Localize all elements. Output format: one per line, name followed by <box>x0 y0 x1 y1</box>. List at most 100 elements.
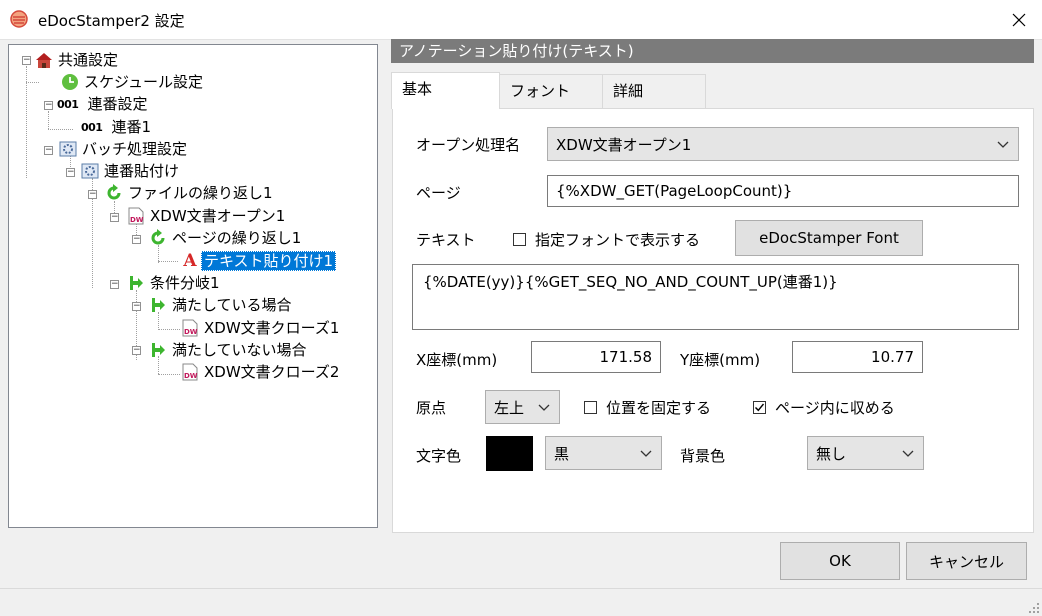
tree-expander[interactable]: − <box>132 346 141 355</box>
tree-item-label: XDW文書クローズ2 <box>204 363 340 381</box>
open-process-select[interactable]: XDW文書オープン1 <box>547 127 1019 161</box>
tree-item-schedule-settings[interactable]: スケジュール設定 <box>61 71 206 93</box>
page-label: ページ <box>416 184 461 202</box>
x-coordinate-input[interactable]: 171.58 <box>531 341 661 373</box>
origin-select[interactable]: 左上 <box>485 390 560 424</box>
page-input-value: {%XDW_GET(PageLoopCount)} <box>556 182 793 200</box>
tree-expander[interactable]: − <box>110 280 119 289</box>
tree-item-condition-true[interactable]: 満たしている場合 <box>149 294 295 316</box>
tab-font[interactable]: フォント <box>499 74 603 108</box>
tree-item-label: XDW文書オープン1 <box>150 207 286 225</box>
tree-item-condition-false[interactable]: 満たしていない場合 <box>149 339 310 361</box>
batch-gear-icon <box>59 140 77 158</box>
tab-detail[interactable]: 詳細 <box>602 74 706 108</box>
text-input[interactable]: {%DATE(yy)}{%GET_SEQ_NO_AND_COUNT_UP(連番1… <box>412 264 1019 330</box>
xdw-document-icon: DW <box>181 363 199 381</box>
specified-font-checkbox[interactable]: 指定フォントで表示する <box>513 229 700 250</box>
close-button[interactable] <box>996 0 1042 39</box>
tree-item-label: 連番1 <box>111 118 152 136</box>
tree-item-label: ファイルの繰り返し1 <box>128 184 273 202</box>
tree-line <box>158 261 178 262</box>
fix-position-checkbox-label: 位置を固定する <box>606 399 712 417</box>
tree-expander[interactable]: − <box>44 146 53 155</box>
checkbox-box <box>753 401 766 414</box>
chevron-down-icon <box>640 450 652 457</box>
tree-item-batch-settings[interactable]: バッチ処理設定 <box>59 138 190 160</box>
text-color-swatch <box>486 436 533 471</box>
origin-label: 原点 <box>416 399 447 417</box>
tree-expander[interactable]: − <box>44 101 53 110</box>
checkbox-box <box>513 233 526 246</box>
tree-item-label: 条件分岐1 <box>150 274 220 292</box>
text-annotation-icon: A <box>183 251 197 271</box>
tree-line <box>158 329 180 330</box>
app-logo-icon <box>10 10 28 28</box>
tree-item-label: XDW文書クローズ1 <box>204 319 340 337</box>
tree-item-xdw-close-1[interactable]: DW XDW文書クローズ1 <box>181 317 342 339</box>
tree-item-text-stamp[interactable]: A テキスト貼り付け1 <box>181 250 337 272</box>
page-input[interactable]: {%XDW_GET(PageLoopCount)} <box>547 175 1019 207</box>
branch-icon <box>149 296 167 314</box>
tree-expander[interactable]: − <box>132 235 141 244</box>
tree-item-label: ページの繰り返し1 <box>172 229 302 247</box>
open-process-label: オープン処理名 <box>416 136 521 154</box>
batch-gear-icon <box>81 162 99 180</box>
chevron-down-icon <box>538 404 550 411</box>
tree-item-sequence-1[interactable]: 001 連番1 <box>81 116 154 138</box>
tree-line <box>48 111 49 129</box>
tree-expander[interactable]: − <box>22 56 31 65</box>
tree-line <box>48 129 73 130</box>
resize-grip-icon[interactable] <box>1026 600 1040 614</box>
tree-item-label: 満たしていない場合 <box>172 341 307 359</box>
tree-line <box>158 374 180 375</box>
tree-item-sequence-stamp[interactable]: 連番貼付け <box>81 160 182 182</box>
tree-item-common-settings[interactable]: 共通設定 <box>35 49 121 71</box>
sequence-number-icon: 001 <box>57 97 79 111</box>
sequence-number-icon: 001 <box>81 120 103 134</box>
tree-expander[interactable]: − <box>66 168 75 177</box>
background-color-label: 背景色 <box>680 447 726 465</box>
open-process-value: XDW文書オープン1 <box>556 135 692 154</box>
panel-title: アノテーション貼り付け(テキスト) <box>391 39 1034 63</box>
xdw-document-icon: DW <box>181 319 199 337</box>
tree-item-page-loop[interactable]: ページの繰り返し1 <box>149 227 304 249</box>
text-label: テキスト <box>416 231 476 249</box>
specified-font-checkbox-label: 指定フォントで表示する <box>535 231 701 249</box>
tree-item-sequence-settings[interactable]: 001 連番設定 <box>57 93 150 115</box>
settings-tree[interactable]: − − − − − − − − − − 共通設定 スケジュール設定 001 連番… <box>8 44 378 528</box>
edocstamper-font-button[interactable]: eDocStamper Font <box>735 220 923 256</box>
fit-page-checkbox[interactable]: ページ内に収める <box>753 397 895 418</box>
tree-item-label: スケジュール設定 <box>84 73 203 91</box>
chevron-down-icon <box>997 141 1009 148</box>
branch-icon <box>149 341 167 359</box>
tree-item-xdw-close-2[interactable]: DW XDW文書クローズ2 <box>181 361 342 383</box>
tree-expander[interactable]: − <box>132 302 141 311</box>
background-color-value: 無し <box>816 444 847 463</box>
text-input-value: {%DATE(yy)}{%GET_SEQ_NO_AND_COUNT_UP(連番1… <box>423 273 838 291</box>
title-bar: eDocStamper2 設定 <box>0 0 1042 40</box>
text-color-select[interactable]: 黒 <box>545 436 662 470</box>
tree-expander[interactable]: − <box>110 213 119 222</box>
fix-position-checkbox[interactable]: 位置を固定する <box>584 397 711 418</box>
y-coordinate-label: Y座標(mm) <box>680 351 761 369</box>
tree-item-label: 共通設定 <box>58 51 119 69</box>
checkbox-box <box>584 401 597 414</box>
fit-page-checkbox-label: ページ内に収める <box>775 399 895 417</box>
checkmark-icon <box>755 403 765 412</box>
window-title: eDocStamper2 設定 <box>38 12 185 30</box>
ok-button[interactable]: OK <box>780 542 900 580</box>
cancel-button[interactable]: キャンセル <box>906 542 1027 580</box>
clock-icon <box>61 73 79 91</box>
house-icon <box>35 51 53 69</box>
text-color-label: 文字色 <box>416 447 462 465</box>
background-color-select[interactable]: 無し <box>807 436 924 470</box>
loop-icon <box>149 229 167 247</box>
tree-item-condition[interactable]: 条件分岐1 <box>127 272 223 294</box>
tab-basic[interactable]: 基本 <box>391 72 500 109</box>
tree-item-label: 連番貼付け <box>104 162 180 180</box>
tree-item-xdw-open[interactable]: DW XDW文書オープン1 <box>127 205 288 227</box>
tree-item-file-loop[interactable]: ファイルの繰り返し1 <box>105 182 276 204</box>
origin-value: 左上 <box>494 398 525 417</box>
y-coordinate-input[interactable]: 10.77 <box>792 341 923 373</box>
tree-expander[interactable]: − <box>88 190 97 199</box>
